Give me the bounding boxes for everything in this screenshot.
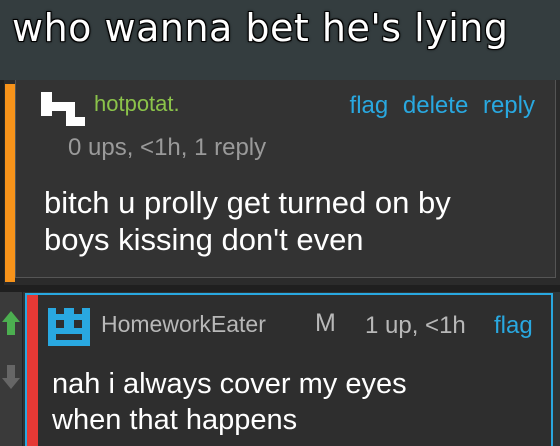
comment-body-line: nah i always cover my eyes [52,368,407,400]
reply-link[interactable]: reply [483,92,535,119]
parent-comment-box: hotpotat. flag delete reply 0 ups, <1h, … [15,80,556,278]
comment-body-line: boys kissing don't even [44,222,364,257]
separator [0,285,560,292]
meme-caption-bar: who wanna bet he's lying [0,0,560,80]
flag-link[interactable]: flag [350,92,389,119]
comment-actions: flag delete reply [342,92,535,120]
parent-comment: hotpotat. flag delete reply 0 ups, <1h, … [0,80,560,285]
comment-meta: 0 ups, <1h, 1 reply [68,134,267,161]
comment-meta: 1 up, <1h [365,312,466,339]
vote-column [0,292,23,446]
username-link[interactable]: HomeworkEater [101,311,266,338]
thread-indicator-bar [5,84,15,282]
delete-link[interactable]: delete [403,92,468,119]
thread-edge [0,80,4,285]
pixel-avatar-icon[interactable] [37,90,87,128]
username-link[interactable]: hotpotat. [94,91,180,117]
comment-body-line: when that happens [52,404,298,436]
reply-indicator-bar [27,295,38,446]
comment-body: nah i always cover my eyes when that hap… [52,366,407,438]
meme-caption: who wanna bet he's lying [12,6,509,50]
flag-link[interactable]: flag [494,312,533,340]
pixel-robot-avatar-icon[interactable] [46,306,92,348]
up-arrow-icon[interactable] [0,308,22,338]
down-arrow-icon[interactable] [0,362,22,392]
comment-body: bitch u prolly get turned on by boys kis… [44,184,451,258]
comment-body-line: bitch u prolly get turned on by [44,185,451,220]
mod-badge: M [315,309,336,337]
